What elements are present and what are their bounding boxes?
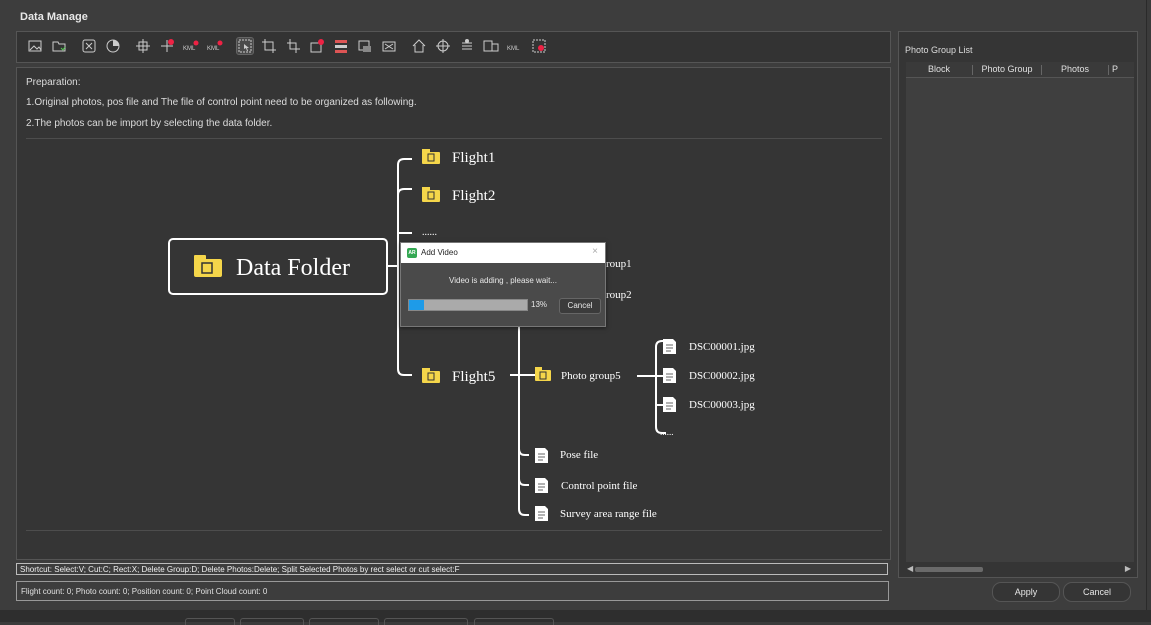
kml-export-icon[interactable]: KML — [207, 38, 223, 54]
photo-group5-folder-icon — [535, 367, 551, 381]
dialog-message: Video is adding , please wait... — [449, 276, 557, 285]
photo-group5-label: Photo group5 — [561, 370, 621, 382]
file2-label: DSC00002.jpg — [689, 370, 755, 382]
column-separator — [1108, 65, 1109, 75]
flight2-label: Flight2 — [452, 188, 495, 204]
photo-group2-label: roup2 — [606, 289, 632, 301]
split-icon[interactable] — [333, 38, 349, 54]
target-icon[interactable] — [435, 38, 451, 54]
import-photos-icon[interactable] — [27, 38, 43, 54]
horizontal-scrollbar[interactable]: ◀ ▶ — [905, 564, 1133, 574]
scroll-right-icon[interactable]: ▶ — [1125, 564, 1131, 573]
data-manage-window: Data Manage KML KML KML Preparation: 1.O… — [0, 0, 1147, 610]
root-folder-icon — [194, 255, 222, 277]
scroll-left-icon[interactable]: ◀ — [907, 564, 913, 573]
photo-group-list-label: Photo Group List — [905, 45, 973, 55]
dialog-title: Add Video — [421, 248, 458, 257]
taskbar-strip — [0, 610, 1151, 625]
flight1-label: Flight1 — [452, 150, 495, 166]
svg-text:KML: KML — [507, 46, 520, 52]
photo-group1-label: roup1 — [606, 258, 632, 270]
flight2-folder-icon — [422, 187, 440, 202]
apply-button[interactable]: Apply — [992, 582, 1060, 602]
file3-icon — [663, 397, 676, 412]
file1-icon — [663, 339, 676, 354]
add-point-icon[interactable] — [159, 38, 175, 54]
select-icon[interactable] — [236, 37, 254, 55]
pie-stat-icon[interactable] — [105, 38, 121, 54]
dialog-titlebar: AR Add Video × — [401, 243, 605, 263]
files-dots-label: ...... — [660, 427, 674, 437]
preparation-heading: Preparation: — [26, 77, 81, 88]
table-header: Block Photo Group Photos P — [906, 62, 1134, 78]
column-photo-group[interactable]: Photo Group — [973, 64, 1041, 74]
root-label: Data Folder — [236, 255, 350, 281]
preparation-line-2: 2.The photos can be import by selecting … — [26, 118, 273, 129]
merge-icon[interactable] — [357, 38, 373, 54]
scrollbar-thumb[interactable] — [915, 567, 983, 572]
kml-import-icon[interactable]: KML — [183, 38, 199, 54]
app-logo-icon: AR — [407, 248, 417, 258]
progress-percent: 13% — [531, 300, 548, 309]
file2-icon — [663, 368, 676, 383]
flight5-folder-icon — [422, 368, 440, 383]
column-photos[interactable]: Photos — [1042, 64, 1108, 74]
progress-bar — [408, 299, 528, 311]
svg-text:KML: KML — [183, 46, 196, 52]
flight1-folder-icon — [422, 149, 440, 164]
column-block[interactable]: Block — [906, 64, 972, 74]
svg-text:KML: KML — [207, 46, 220, 52]
compare-icon[interactable] — [483, 38, 499, 54]
toolbar: KML KML KML — [16, 31, 891, 63]
control-point-file-icon — [535, 478, 548, 493]
pose-file-label: Pose file — [560, 449, 598, 461]
layers-icon[interactable] — [459, 38, 475, 54]
flip-icon[interactable] — [381, 38, 397, 54]
survey-file-icon — [535, 506, 548, 521]
crop-icon[interactable] — [261, 38, 277, 54]
import-pos-icon[interactable] — [81, 38, 97, 54]
folder-structure-diagram: Data Folder Flight1 Flight2 ...... roup1… — [26, 138, 882, 531]
close-icon[interactable]: × — [592, 246, 598, 257]
progress-fill — [409, 300, 425, 310]
flight5-label: Flight5 — [452, 369, 495, 385]
flight-dots-label: ...... — [422, 227, 437, 238]
file1-label: DSC00001.jpg — [689, 341, 755, 353]
photo-group-table[interactable]: Block Photo Group Photos P — [906, 62, 1134, 562]
add-video-dialog: AR Add Video × Video is adding , please … — [400, 242, 606, 327]
settings-icon[interactable] — [531, 38, 547, 54]
column-partial[interactable]: P — [1112, 64, 1134, 74]
dialog-cancel-button[interactable]: Cancel — [559, 298, 601, 314]
home-icon[interactable] — [411, 38, 427, 54]
kml-range-icon[interactable]: KML — [507, 38, 523, 54]
pose-file-icon — [535, 448, 548, 463]
photo-group-list-panel: Photo Group List Block Photo Group Photo… — [898, 31, 1138, 578]
delete-group-icon[interactable] — [309, 38, 325, 54]
count-bar: Flight count: 0; Photo count: 0; Positio… — [16, 581, 889, 601]
cancel-button[interactable]: Cancel — [1063, 582, 1131, 602]
control-point-icon[interactable] — [135, 38, 151, 54]
file3-label: DSC00003.jpg — [689, 399, 755, 411]
import-folder-icon[interactable] — [51, 38, 67, 54]
survey-file-label: Survey area range file — [560, 508, 657, 520]
window-title: Data Manage — [20, 11, 88, 23]
shortcut-bar: Shortcut: Select:V; Cut:C; Rect:X; Delet… — [16, 563, 888, 575]
preparation-line-1: 1.Original photos, pos file and The file… — [26, 97, 417, 108]
cut-icon[interactable] — [285, 38, 301, 54]
control-point-file-label: Control point file — [561, 480, 638, 492]
